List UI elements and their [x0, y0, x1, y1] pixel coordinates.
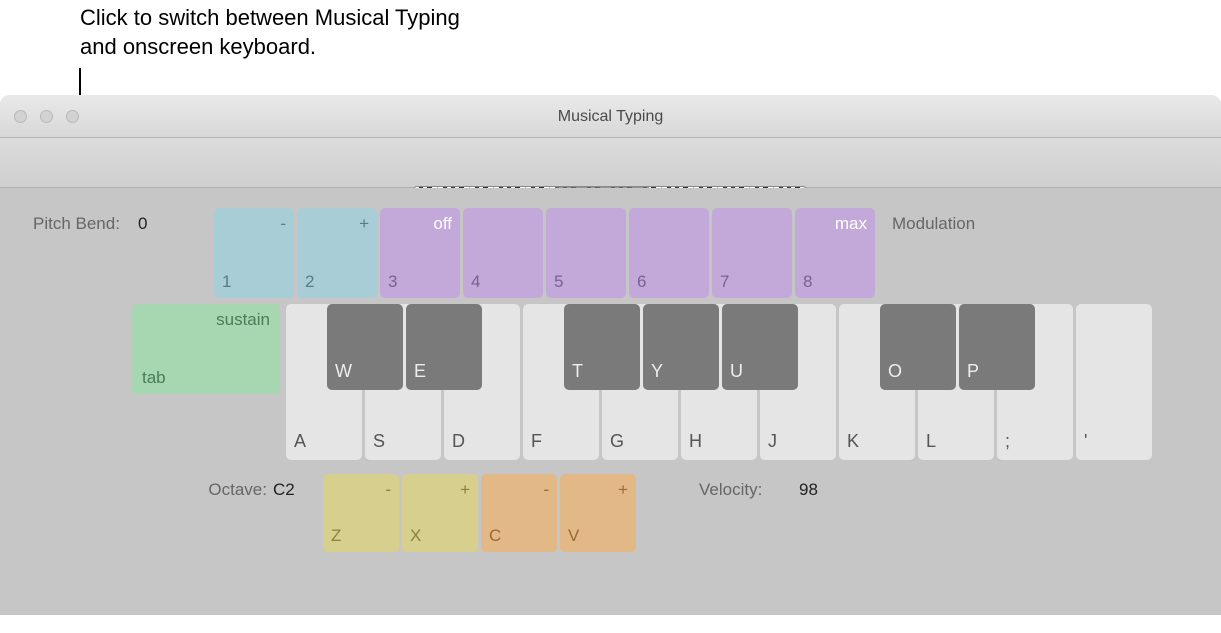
key-bottom-label: 8 [803, 272, 812, 292]
key-top-label: + [359, 214, 369, 234]
number-key-7[interactable]: 7 [712, 208, 792, 298]
pitch-bend-row: Pitch Bend: 0 -1+2off34567max8Modulation [33, 208, 975, 298]
number-key-8[interactable]: max 8 [795, 208, 875, 298]
black-key-u[interactable]: U [722, 304, 798, 390]
key-top-label: off [433, 214, 452, 234]
key-top-label: max [835, 214, 867, 234]
black-key-p[interactable]: P [959, 304, 1035, 390]
key-label: U [730, 361, 743, 382]
musical-typing-window: Musical Typing ‹ [0, 95, 1221, 615]
black-key-e[interactable]: E [406, 304, 482, 390]
octave-value: C2 [273, 474, 323, 500]
typing-piano: A S D F G H J K L; ' W E T Y U O P [286, 304, 1206, 460]
toolbar: ‹ › [0, 138, 1221, 188]
key-label: D [452, 431, 465, 452]
number-key-3[interactable]: off 3 [380, 208, 460, 298]
key-top-label: - [280, 214, 286, 234]
black-keys-row: WETYUOP [286, 304, 1206, 390]
minimize-window-button[interactable] [40, 110, 53, 123]
key-bottom-label: 3 [388, 272, 397, 292]
key-label: P [967, 361, 979, 382]
key-label: ; [1005, 431, 1010, 452]
key-bottom-label: 1 [222, 272, 231, 292]
key-bottom-label: V [568, 526, 579, 546]
velocity-label: Velocity: [639, 474, 799, 500]
key-bottom-label: X [410, 526, 421, 546]
key-bottom-label: 4 [471, 272, 480, 292]
zoom-window-button[interactable] [66, 110, 79, 123]
window-controls [14, 110, 79, 123]
key-label: T [572, 361, 583, 382]
key-top-label: - [385, 480, 391, 500]
key-bottom-label: 6 [637, 272, 646, 292]
number-key-4[interactable]: 4 [463, 208, 543, 298]
number-key-1[interactable]: -1 [214, 208, 294, 298]
black-key-w[interactable]: W [327, 304, 403, 390]
key-label: K [847, 431, 859, 452]
key-label: O [888, 361, 902, 382]
sustain-label: sustain [216, 310, 270, 330]
window-title: Musical Typing [0, 95, 1221, 138]
key-label: ' [1084, 431, 1087, 452]
key-bottom-label: 5 [554, 272, 563, 292]
key-label: L [926, 431, 936, 452]
velocity-value: 98 [799, 474, 818, 500]
key-bottom-label: C [489, 526, 501, 546]
transpose-key-c[interactable]: -C [481, 474, 557, 552]
pitch-bend-value: 0 [138, 208, 214, 234]
key-label: H [689, 431, 702, 452]
key-top-label: - [543, 480, 549, 500]
octave-velocity-row: Octave: C2 -Z+X-C+VVelocity: 98 [193, 474, 818, 552]
key-label: S [373, 431, 385, 452]
modulation-label: Modulation [878, 208, 975, 234]
pitch-bend-label: Pitch Bend: [33, 208, 138, 234]
key-label: F [531, 431, 542, 452]
number-key-2[interactable]: +2 [297, 208, 377, 298]
number-key-5[interactable]: 5 [546, 208, 626, 298]
transpose-key-v[interactable]: +V [560, 474, 636, 552]
key-label: E [414, 361, 426, 382]
key-bottom-label: Z [331, 526, 341, 546]
octave-label: Octave: [193, 474, 273, 500]
transpose-key-x[interactable]: +X [402, 474, 478, 552]
close-window-button[interactable] [14, 110, 27, 123]
key-bottom-label: 2 [305, 272, 314, 292]
key-top-label: + [618, 480, 628, 500]
transpose-key-z[interactable]: -Z [323, 474, 399, 552]
key-label: W [335, 361, 352, 382]
key-label: Y [651, 361, 663, 382]
callout-text: Click to switch between Musical Typing a… [80, 4, 480, 61]
key-label: G [610, 431, 624, 452]
body: Pitch Bend: 0 -1+2off34567max8Modulation… [0, 188, 1221, 615]
key-label: A [294, 431, 306, 452]
key-top-label: + [460, 480, 470, 500]
tab-label: tab [142, 368, 270, 388]
black-key-t[interactable]: T [564, 304, 640, 390]
key-label: J [768, 431, 777, 452]
black-key-o[interactable]: O [880, 304, 956, 390]
sustain-key[interactable]: sustain tab [132, 304, 280, 394]
key-bottom-label: 7 [720, 272, 729, 292]
titlebar: Musical Typing [0, 95, 1221, 138]
black-key-y[interactable]: Y [643, 304, 719, 390]
number-key-6[interactable]: 6 [629, 208, 709, 298]
